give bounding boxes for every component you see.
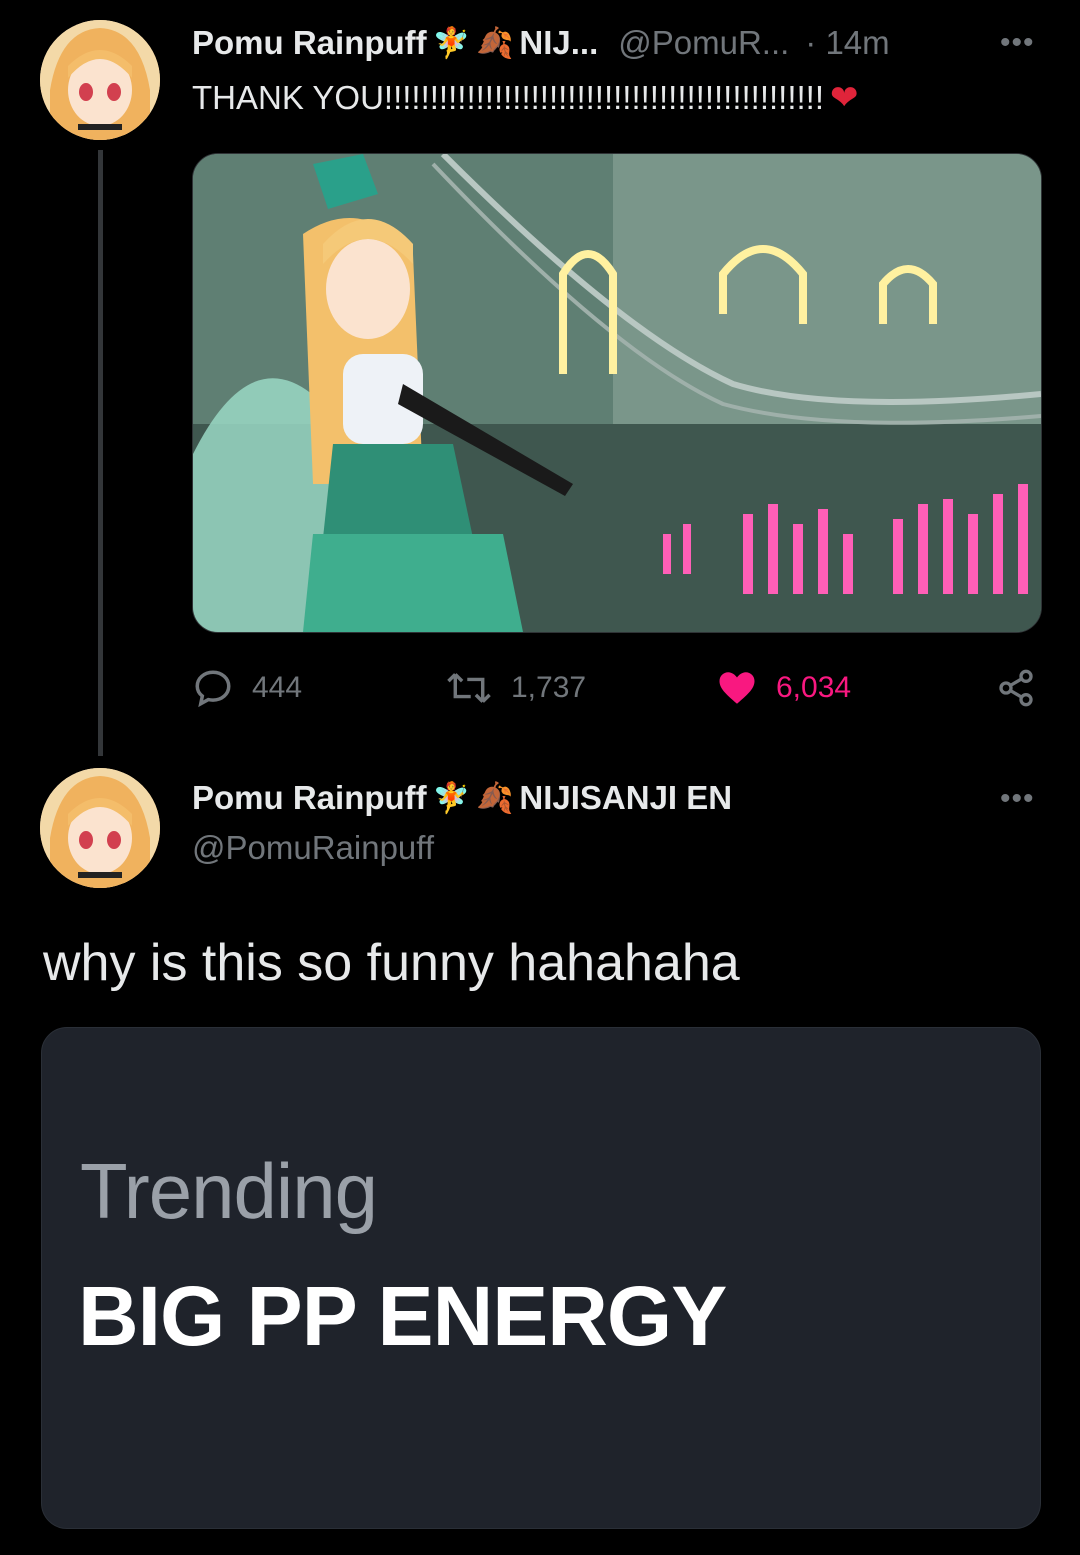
reply-count: 444 [252,671,303,704]
share-icon [999,669,1033,707]
display-name[interactable]: Pomu Rainpuff [192,24,427,62]
reply-icon [195,670,231,708]
share-button[interactable] [996,668,1036,713]
avatar[interactable] [40,20,160,140]
media-image [193,154,1041,632]
more-options-icon[interactable]: ••• [1000,26,1035,60]
display-name-suffix[interactable]: NIJ... [519,24,598,62]
avatar[interactable] [40,768,160,888]
heart-emoji-icon: ❤ [830,79,859,117]
display-name-suffix[interactable]: NIJISANJI EN [519,779,732,817]
repost-icon [447,673,491,703]
thread-line [98,150,103,756]
display-name[interactable]: Pomu Rainpuff [192,779,427,817]
trend-title: BIG PP ENERGY [78,1269,727,1363]
handle[interactable]: @PomuRainpuff [192,829,434,867]
timestamp[interactable]: · 14m [805,24,889,62]
leaves-emoji-icon: 🍂 [476,26,514,60]
tweet1-body: THANK YOU!!!!!!!!!!!!!!!!!!!!!!!!!!!!!!!… [192,78,859,118]
avatar-image [40,20,160,140]
fairy-emoji-icon: 🧚 [432,781,471,815]
tweet-text: why is this so funny hahahaha [43,934,740,992]
handle[interactable]: @PomuR... [618,24,789,62]
heart-icon [719,672,755,704]
reply-action[interactable]: 444 [192,667,302,709]
trending-image[interactable]: Trending BIG PP ENERGY [41,1027,1041,1529]
tweet1-header: Pomu Rainpuff 🧚 🍂 NIJ... @PomuR... · 14m [192,24,890,62]
like-action[interactable]: 6,034 [716,667,851,709]
trend-label: Trending [80,1147,378,1235]
like-count: 6,034 [776,671,852,704]
fairy-emoji-icon: 🧚 [432,26,471,60]
avatar-image [40,768,160,888]
more-options-icon[interactable]: ••• [1000,782,1035,816]
repost-count: 1,737 [511,671,587,704]
repost-action[interactable]: 1,737 [445,667,586,709]
tweet2-header: Pomu Rainpuff 🧚 🍂 NIJISANJI EN [192,779,732,817]
tweet-text: THANK YOU!!!!!!!!!!!!!!!!!!!!!!!!!!!!!!!… [192,79,825,116]
tweet-media[interactable] [192,153,1042,633]
leaves-emoji-icon: 🍂 [476,781,514,815]
